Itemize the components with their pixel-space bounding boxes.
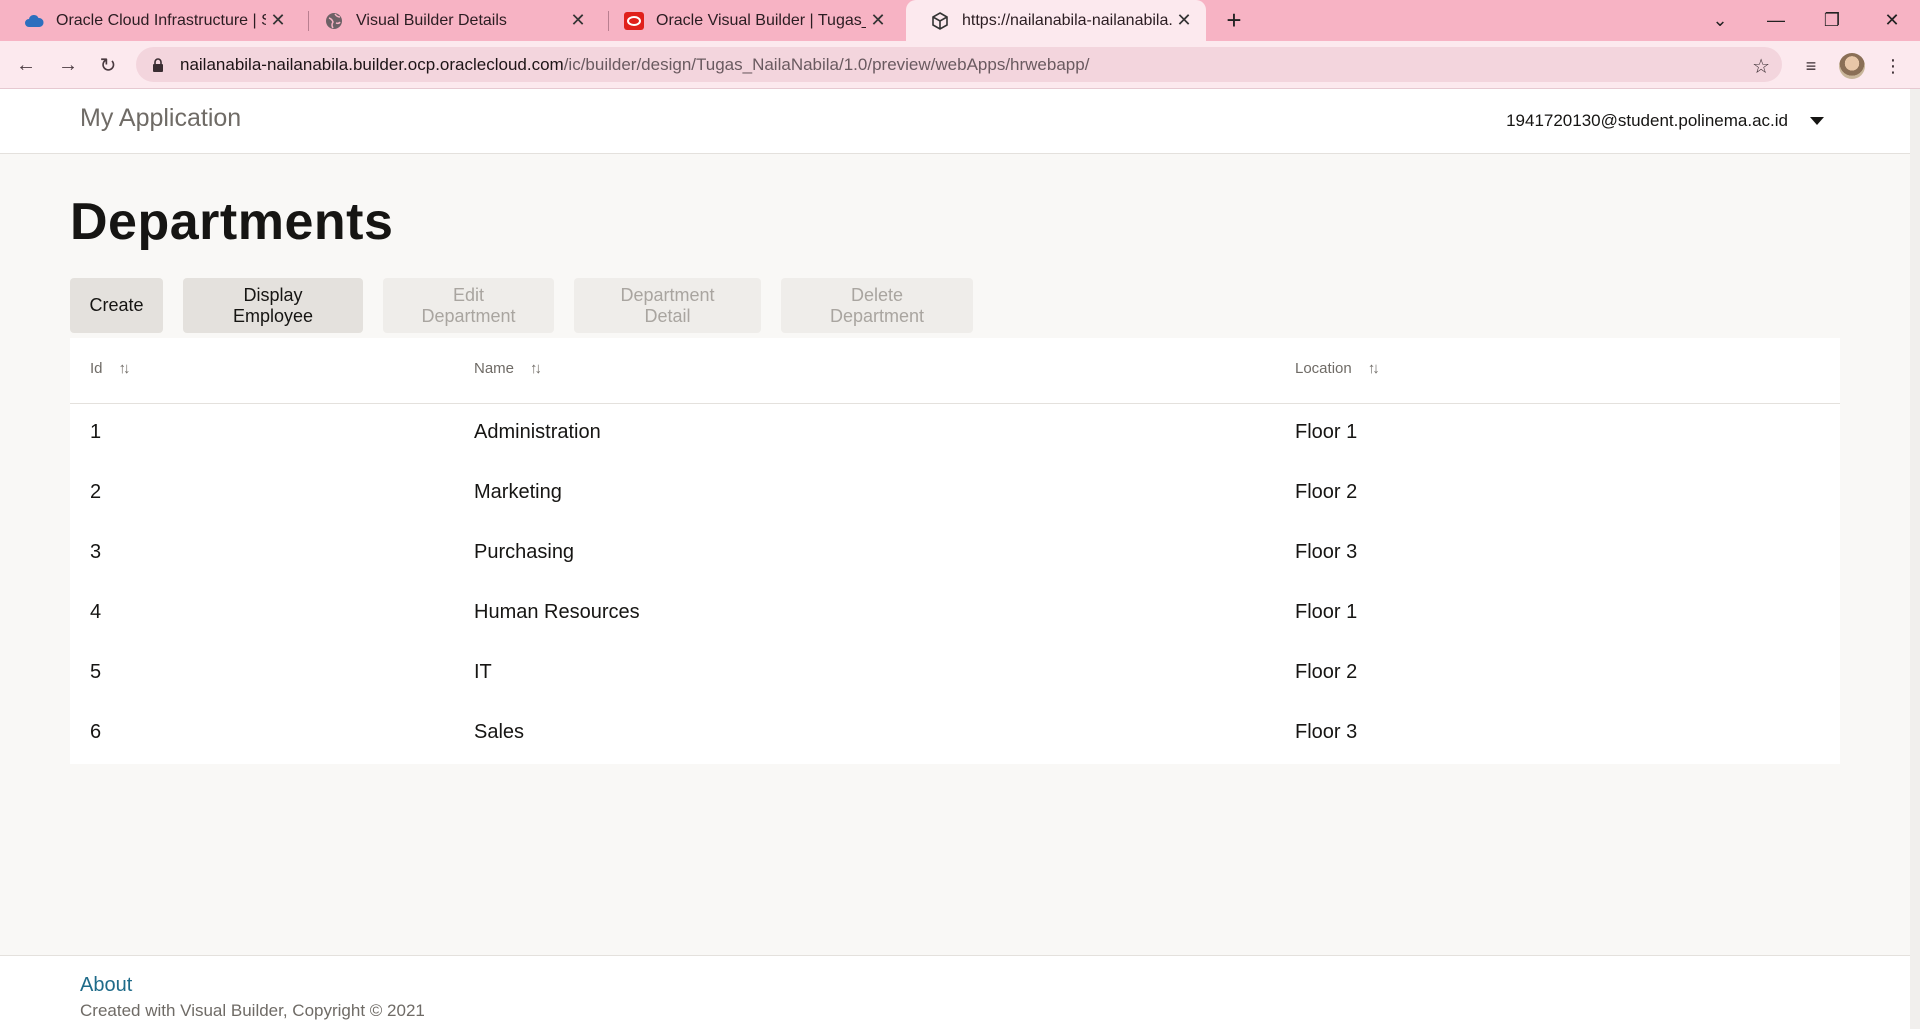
browser-tab[interactable]: Oracle Cloud Infrastructure | Sign ✕ bbox=[0, 0, 300, 41]
copyright-text: Created with Visual Builder, Copyright ©… bbox=[80, 1001, 425, 1020]
minimize-icon[interactable]: — bbox=[1748, 0, 1804, 41]
cell-name: Administration bbox=[474, 421, 601, 443]
table-row[interactable]: 4 Human Resources Floor 1 bbox=[70, 585, 1840, 645]
cell-id: 5 bbox=[90, 661, 102, 683]
tab-title: Oracle Cloud Infrastructure | Sign bbox=[56, 11, 266, 29]
departments-table: Id ↑↓ Name ↑↓ Location ↑↓ 1 Administrati… bbox=[70, 338, 1840, 764]
browser-tab-active[interactable]: https://nailanabila-nailanabila.bu ✕ bbox=[906, 0, 1206, 41]
cell-location: Floor 3 bbox=[1295, 721, 1358, 743]
cell-name: Marketing bbox=[474, 481, 562, 503]
new-tab-button[interactable]: + bbox=[1220, 7, 1248, 35]
cell-location: Floor 2 bbox=[1295, 481, 1358, 503]
sort-icon[interactable]: ↑↓ bbox=[1368, 360, 1380, 377]
url-text: nailanabila-nailanabila.builder.ocp.orac… bbox=[180, 55, 1089, 75]
cell-name: Human Resources bbox=[474, 601, 640, 623]
browser-menu-icon[interactable]: ⋮ bbox=[1880, 53, 1906, 79]
close-tab-icon[interactable]: ✕ bbox=[1172, 9, 1196, 33]
restore-icon[interactable]: ❐ bbox=[1804, 0, 1860, 41]
sort-icon[interactable]: ↑↓ bbox=[119, 360, 131, 377]
cell-name: IT bbox=[474, 661, 492, 683]
globe-icon bbox=[324, 11, 344, 31]
page-scrollbar[interactable] bbox=[1910, 89, 1920, 1029]
column-label: Location bbox=[1295, 360, 1352, 377]
profile-avatar[interactable] bbox=[1839, 53, 1865, 79]
edit-department-button[interactable]: Edit Department bbox=[383, 278, 554, 333]
cell-id: 3 bbox=[90, 541, 102, 563]
delete-department-button[interactable]: Delete Department bbox=[781, 278, 973, 333]
cell-location: Floor 1 bbox=[1295, 421, 1358, 443]
department-detail-button[interactable]: Department Detail bbox=[574, 278, 761, 333]
browser-tab[interactable]: Oracle Visual Builder | Tugas_Nai ✕ bbox=[600, 0, 900, 41]
sort-icon[interactable]: ↑↓ bbox=[530, 360, 542, 377]
media-control-icon[interactable]: ≡ bbox=[1798, 53, 1824, 79]
app-footer: About Created with Visual Builder, Copyr… bbox=[0, 955, 1910, 1029]
close-window-icon[interactable]: ✕ bbox=[1864, 0, 1920, 41]
cell-id: 6 bbox=[90, 721, 102, 743]
oracle-icon bbox=[624, 11, 644, 31]
cell-id: 2 bbox=[90, 481, 102, 503]
cell-name: Purchasing bbox=[474, 541, 575, 563]
address-bar[interactable]: nailanabila-nailanabila.builder.ocp.orac… bbox=[136, 47, 1782, 82]
column-label: Name bbox=[474, 360, 515, 377]
url-host: nailanabila-nailanabila.builder.ocp.orac… bbox=[180, 54, 564, 74]
cell-location: Floor 2 bbox=[1295, 661, 1358, 683]
column-header-name[interactable]: Name ↑↓ bbox=[474, 360, 542, 377]
cell-location: Floor 3 bbox=[1295, 541, 1358, 563]
user-email: 1941720130@student.polinema.ac.id bbox=[1506, 111, 1788, 130]
app-title: My Application bbox=[80, 104, 242, 132]
tab-title: Oracle Visual Builder | Tugas_Nai bbox=[656, 11, 866, 29]
browser-tab-strip: Oracle Cloud Infrastructure | Sign ✕ Vis… bbox=[0, 0, 1920, 41]
cell-location: Floor 1 bbox=[1295, 601, 1358, 623]
table-row[interactable]: 3 Purchasing Floor 3 bbox=[70, 525, 1840, 585]
table-row[interactable]: 5 IT Floor 2 bbox=[70, 645, 1840, 705]
browser-tab[interactable]: Visual Builder Details ✕ bbox=[300, 0, 600, 41]
column-label: Id bbox=[90, 360, 103, 377]
close-tab-icon[interactable]: ✕ bbox=[566, 9, 590, 33]
reload-icon[interactable]: ↻ bbox=[92, 49, 124, 81]
close-tab-icon[interactable]: ✕ bbox=[266, 9, 290, 33]
url-path: /ic/builder/design/Tugas_NailaNabila/1.0… bbox=[563, 54, 1090, 74]
cell-name: Sales bbox=[474, 721, 525, 743]
user-menu[interactable]: 1941720130@student.polinema.ac.id bbox=[1506, 111, 1824, 131]
app-header: My Application 1941720130@student.poline… bbox=[0, 89, 1910, 154]
table-row[interactable]: 1 Administration Floor 1 bbox=[70, 405, 1840, 465]
bookmark-star-icon[interactable]: ☆ bbox=[1752, 54, 1770, 79]
column-header-location[interactable]: Location ↑↓ bbox=[1295, 360, 1380, 377]
forward-icon[interactable]: → bbox=[52, 49, 84, 81]
column-header-id[interactable]: Id ↑↓ bbox=[90, 360, 131, 377]
table-header: Id ↑↓ Name ↑↓ Location ↑↓ bbox=[70, 338, 1840, 404]
tab-title: https://nailanabila-nailanabila.bu bbox=[962, 11, 1172, 29]
tab-search-icon[interactable]: ⌄ bbox=[1692, 0, 1748, 41]
table-row[interactable]: 2 Marketing Floor 2 bbox=[70, 465, 1840, 525]
lock-icon bbox=[150, 57, 166, 73]
page-title: Departments bbox=[70, 193, 394, 251]
browser-toolbar: ← → ↻ nailanabila-nailanabila.builder.oc… bbox=[0, 41, 1920, 89]
close-tab-icon[interactable]: ✕ bbox=[866, 9, 890, 33]
cell-id: 1 bbox=[90, 421, 102, 443]
cloud-icon bbox=[24, 11, 44, 31]
back-icon[interactable]: ← bbox=[10, 49, 42, 81]
tab-title: Visual Builder Details bbox=[356, 11, 507, 29]
display-employee-button[interactable]: Display Employee bbox=[183, 278, 363, 333]
caret-down-icon bbox=[1810, 117, 1824, 125]
table-row[interactable]: 6 Sales Floor 3 bbox=[70, 705, 1840, 765]
cube-icon bbox=[930, 11, 950, 31]
create-button[interactable]: Create bbox=[70, 278, 163, 333]
cell-id: 4 bbox=[90, 601, 102, 623]
about-link[interactable]: About bbox=[80, 974, 132, 997]
